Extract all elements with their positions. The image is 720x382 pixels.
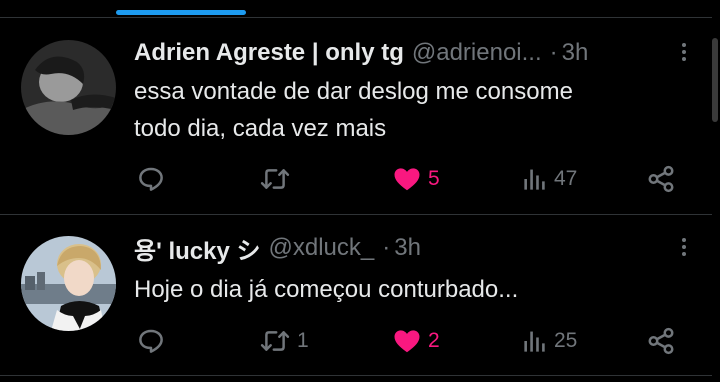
display-name[interactable]: Adrien Agreste | only tg	[134, 39, 404, 67]
active-tab-indicator	[116, 10, 246, 15]
views-icon	[524, 169, 545, 190]
avatar[interactable]	[21, 236, 116, 331]
like-button[interactable]: 5	[392, 162, 440, 196]
views-button[interactable]: 25	[522, 324, 577, 358]
more-icon[interactable]	[676, 235, 692, 265]
tweet[interactable]: Adrien Agreste | only tg @adrienoi... · …	[0, 18, 712, 214]
tweet-actions: 1 2 25	[134, 324, 684, 358]
view-count: 25	[554, 329, 578, 352]
reply-button[interactable]	[136, 162, 172, 196]
tweet-header: Adrien Agreste | only tg @adrienoi... · …	[134, 38, 588, 68]
timestamp[interactable]: 3h	[562, 39, 589, 67]
tweet-text-line: essa vontade de dar deslog me consome	[134, 78, 573, 105]
separator-dot: ·	[549, 39, 558, 66]
more-icon[interactable]	[676, 40, 692, 70]
tweet-text-line: Hoje o dia já começou conturbado...	[134, 276, 519, 303]
share-button[interactable]	[646, 162, 676, 196]
retweet-count: 1	[297, 329, 309, 352]
like-button[interactable]: 2	[392, 324, 440, 358]
tweet[interactable]: 용' lucky シ @xdluck_ · 3h Hoje o dia já c…	[0, 215, 712, 375]
tweet-divider	[0, 375, 712, 376]
view-count: 47	[554, 167, 578, 190]
tweet-actions: 5 47	[134, 162, 684, 196]
username-handle[interactable]: @xdluck_	[269, 234, 375, 262]
share-icon	[648, 327, 674, 355]
tab-strip	[0, 0, 720, 18]
like-count: 2	[428, 329, 440, 352]
heart-filled-icon	[394, 330, 420, 353]
tweet-text: essa vontade de dar deslog me consome to…	[134, 73, 573, 147]
reply-button[interactable]	[136, 324, 172, 358]
tweet-header: 용' lucky シ @xdluck_ · 3h	[134, 231, 421, 266]
retweet-button[interactable]	[259, 162, 297, 196]
avatar[interactable]	[21, 40, 116, 135]
share-icon	[648, 165, 674, 193]
retweet-icon	[260, 169, 290, 189]
tweet-text: Hoje o dia já começou conturbado...	[134, 271, 518, 308]
display-name[interactable]: 용' lucky シ	[134, 231, 261, 266]
username-handle[interactable]: @adrienoi...	[412, 39, 542, 67]
tweet-text-line: todo dia, cada vez mais	[134, 115, 387, 142]
reply-icon	[139, 329, 163, 353]
share-button[interactable]	[646, 324, 676, 358]
reply-icon	[139, 167, 163, 191]
separator-dot: ·	[382, 234, 391, 261]
timestamp[interactable]: 3h	[394, 234, 421, 262]
scrollbar-thumb[interactable]	[712, 38, 718, 122]
retweet-icon	[260, 331, 290, 351]
views-icon	[524, 331, 545, 352]
views-button[interactable]: 47	[522, 162, 577, 196]
like-count: 5	[428, 167, 440, 190]
heart-filled-icon	[394, 168, 420, 191]
retweet-button[interactable]: 1	[259, 324, 309, 358]
